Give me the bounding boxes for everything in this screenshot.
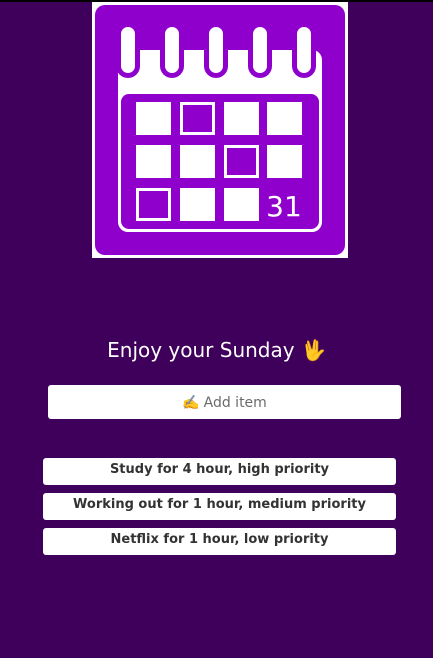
task-item[interactable]: Working out for 1 hour, medium priority <box>43 493 396 520</box>
calendar-icon: 31 <box>92 2 348 258</box>
calendar-day-number: 31 <box>266 190 302 223</box>
add-item-label: Add item <box>203 395 267 411</box>
task-label: Working out for 1 hour, medium priority <box>73 497 366 512</box>
task-item[interactable]: Study for 4 hour, high priority <box>43 458 396 485</box>
task-item[interactable]: Netflix for 1 hour, low priority <box>43 528 396 555</box>
task-list: Study for 4 hour, high priority Working … <box>43 458 396 563</box>
vulcan-salute-emoji: 🖖 <box>300 338 326 362</box>
writing-hand-icon: ✍️ <box>182 395 200 411</box>
task-label: Study for 4 hour, high priority <box>109 462 330 477</box>
calendar-logo: 31 <box>92 2 348 258</box>
task-label: Netflix for 1 hour, low priority <box>110 532 329 547</box>
greeting-heading: Enjoy your Sunday 🖖 <box>0 336 433 364</box>
add-item-button[interactable]: ✍️ Add item <box>48 385 401 419</box>
greeting-text: Enjoy your Sunday <box>107 338 295 362</box>
